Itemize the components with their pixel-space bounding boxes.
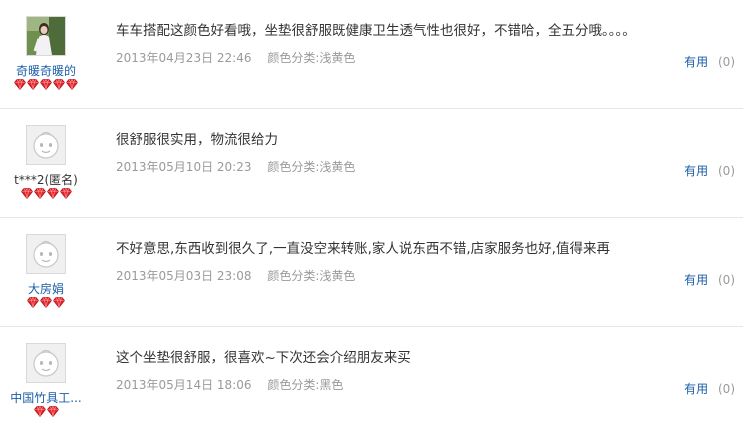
photo-avatar-icon — [27, 17, 65, 55]
review-text: 这个坐垫很舒服，很喜欢~下次还会介绍朋友来买 — [116, 350, 411, 366]
useful-button[interactable]: 有用 — [684, 273, 708, 287]
heart-gem-icon — [33, 406, 46, 418]
avatar[interactable] — [26, 234, 66, 274]
avatar — [26, 125, 66, 165]
default-face-avatar-icon — [27, 344, 65, 382]
buyer-rank — [0, 79, 92, 91]
review-text: 车车搭配这颜色好看哦，坐垫很舒服既健康卫生透气性也很好，不错哈，全五分哦。。。。 — [116, 23, 636, 39]
review-text: 很舒服很实用，物流很给力 — [116, 132, 278, 148]
reviewer: 大房娟 — [0, 234, 92, 309]
heart-gem-icon — [33, 188, 46, 200]
useful-count: (0) — [718, 382, 735, 396]
review-item: 大房娟 不好意思,东西收到很久了,一直没空来转账,家人说东西不错,店家服务也好,… — [0, 218, 743, 327]
heart-gem-icon — [46, 406, 59, 418]
review-meta: 2013年05月10日 20:23 颜色分类:浅黄色 — [116, 159, 716, 175]
color-category: 颜色分类:浅黄色 — [267, 269, 356, 283]
useful-button[interactable]: 有用 — [684, 382, 708, 396]
review-item: 奇暖奇暖的 车车搭配这颜色好看哦，坐垫很舒服既健康卫生透气性也很好，不错哈，全五… — [0, 0, 743, 109]
useful-button[interactable]: 有用 — [684, 164, 708, 178]
reviewer: t***2(匿名) — [0, 125, 92, 200]
heart-gem-icon — [53, 297, 65, 309]
heart-gem-icon — [40, 79, 52, 91]
color-category: 颜色分类:浅黄色 — [267, 51, 356, 65]
heart-gem-icon — [66, 79, 78, 91]
color-category: 颜色分类:黑色 — [267, 378, 344, 392]
useful-vote: 有用 (0) — [684, 53, 735, 70]
buyer-rank — [0, 297, 92, 309]
buyer-rank — [0, 406, 92, 418]
useful-count: (0) — [718, 164, 735, 178]
default-face-avatar-icon — [27, 126, 65, 164]
username[interactable]: 奇暖奇暖的 — [0, 64, 92, 78]
heart-gem-icon — [14, 79, 26, 91]
review-content: 车车搭配这颜色好看哦，坐垫很舒服既健康卫生透气性也很好，不错哈，全五分哦。。。。… — [116, 22, 716, 66]
heart-gem-icon — [59, 188, 72, 200]
review-text: 不好意思,东西收到很久了,一直没空来转账,家人说东西不错,店家服务也好,值得来再 — [116, 241, 610, 257]
avatar[interactable] — [26, 343, 66, 383]
useful-vote: 有用 (0) — [684, 380, 735, 397]
review-item: t***2(匿名) 很舒服很实用，物流很给力 2013年05月10日 20:23… — [0, 109, 743, 218]
review-date: 2013年05月10日 20:23 — [116, 160, 252, 174]
reviewer: 奇暖奇暖的 — [0, 16, 92, 91]
heart-gem-icon — [40, 297, 52, 309]
heart-gem-icon — [27, 79, 39, 91]
heart-gem-icon — [20, 188, 33, 200]
username: t***2(匿名) — [14, 173, 78, 187]
useful-count: (0) — [718, 55, 735, 69]
useful-vote: 有用 (0) — [684, 162, 735, 179]
review-item: 中国竹具工... 这个坐垫很舒服，很喜欢~下次还会介绍朋友来买 2013年05月… — [0, 327, 743, 435]
username[interactable]: 中国竹具工... — [0, 391, 92, 405]
useful-count: (0) — [718, 273, 735, 287]
avatar[interactable] — [26, 16, 66, 56]
review-date: 2013年04月23日 22:46 — [116, 51, 252, 65]
buyer-rank — [0, 188, 92, 200]
review-content: 很舒服很实用，物流很给力 2013年05月10日 20:23 颜色分类:浅黄色 — [116, 131, 716, 175]
review-list: 奇暖奇暖的 车车搭配这颜色好看哦，坐垫很舒服既健康卫生透气性也很好，不错哈，全五… — [0, 0, 743, 436]
review-meta: 2013年04月23日 22:46 颜色分类:浅黄色 — [116, 50, 716, 66]
useful-button[interactable]: 有用 — [684, 55, 708, 69]
heart-gem-icon — [27, 297, 39, 309]
review-meta: 2013年05月14日 18:06 颜色分类:黑色 — [116, 377, 716, 393]
useful-vote: 有用 (0) — [684, 271, 735, 288]
review-date: 2013年05月03日 23:08 — [116, 269, 252, 283]
username[interactable]: 大房娟 — [0, 282, 92, 296]
reviewer: 中国竹具工... — [0, 343, 92, 418]
review-content: 不好意思,东西收到很久了,一直没空来转账,家人说东西不错,店家服务也好,值得来再… — [116, 240, 716, 284]
color-category: 颜色分类:浅黄色 — [267, 160, 356, 174]
heart-gem-icon — [46, 188, 59, 200]
review-content: 这个坐垫很舒服，很喜欢~下次还会介绍朋友来买 2013年05月14日 18:06… — [116, 349, 716, 393]
review-date: 2013年05月14日 18:06 — [116, 378, 252, 392]
heart-gem-icon — [53, 79, 65, 91]
review-meta: 2013年05月03日 23:08 颜色分类:浅黄色 — [116, 268, 716, 284]
default-face-avatar-icon — [27, 235, 65, 273]
